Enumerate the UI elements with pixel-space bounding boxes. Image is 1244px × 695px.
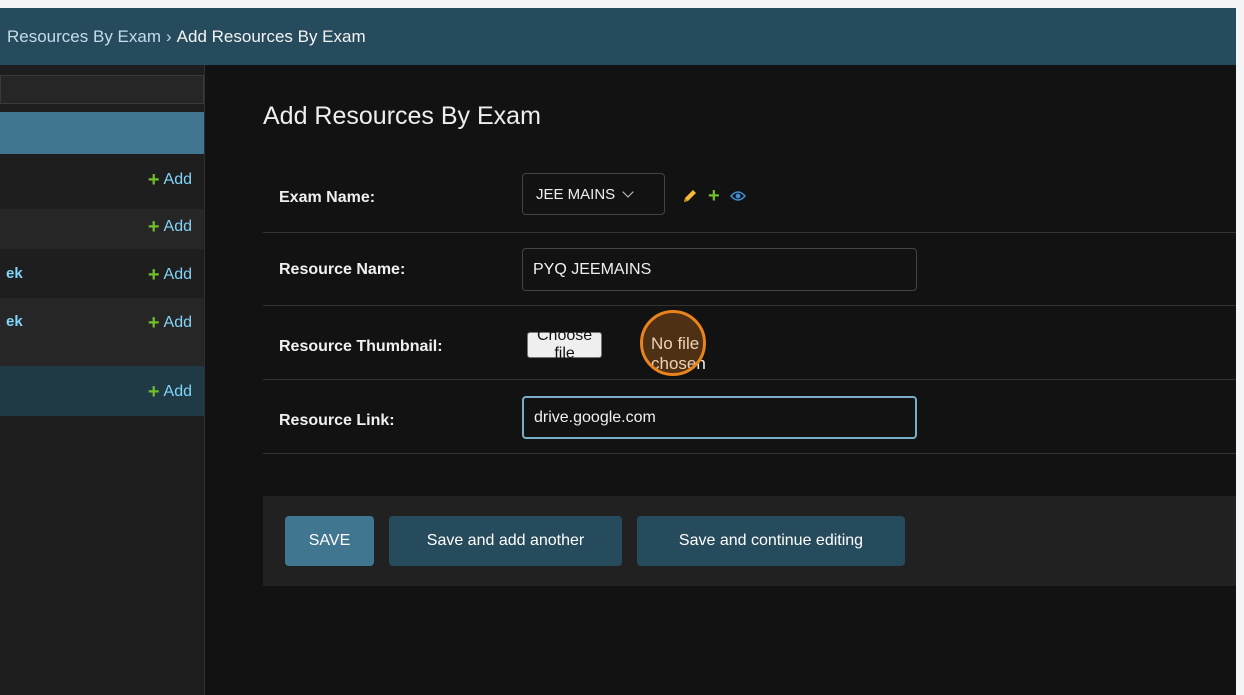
breadcrumb: Resources By Exam › Add Resources By Exa… <box>0 8 1236 65</box>
window-top-edge <box>0 0 1244 8</box>
admin-window: Resources By Exam › Add Resources By Exa… <box>0 0 1244 695</box>
form-row-resource-link: Resource Link: <box>263 380 1243 454</box>
resource-link-input[interactable] <box>522 396 917 439</box>
sidebar-add-label: Add <box>163 266 192 283</box>
exam-name-label: Exam Name: <box>279 189 376 206</box>
plus-icon: + <box>147 264 160 286</box>
plus-icon: + <box>147 381 160 403</box>
save-and-continue-button[interactable]: Save and continue editing <box>637 516 905 566</box>
related-widget-actions: + <box>682 186 746 206</box>
form-row-exam-name: Exam Name: JEE MAINS + <box>263 161 1243 233</box>
plus-icon[interactable]: + <box>708 186 720 206</box>
submit-row: SAVE Save and add another Save and conti… <box>263 496 1243 586</box>
sidebar-add-link[interactable]: + Add <box>148 265 192 285</box>
sidebar-model-row[interactable]: + Add <box>0 209 204 249</box>
resource-link-label: Resource Link: <box>279 412 395 429</box>
plus-icon: + <box>147 216 160 238</box>
exam-name-select[interactable]: JEE MAINS <box>522 173 665 215</box>
sidebar-add-link[interactable]: + Add <box>148 382 192 402</box>
sidebar-add-link[interactable]: + Add <box>148 217 192 237</box>
sidebar-model-link[interactable]: ek <box>0 313 23 330</box>
sidebar-add-link[interactable]: + Add <box>148 170 192 190</box>
pencil-icon[interactable] <box>682 188 698 204</box>
breadcrumb-current: Add Resources By Exam <box>176 26 366 46</box>
main-content: Add Resources By Exam Exam Name: JEE MAI… <box>205 65 1243 695</box>
sidebar-add-link[interactable]: + Add <box>148 313 192 333</box>
sidebar-model-row-selected[interactable]: + Add <box>0 366 204 416</box>
window-right-edge <box>1236 0 1244 695</box>
page-title: Add Resources By Exam <box>263 102 541 130</box>
sidebar-filter-input[interactable] <box>0 75 204 104</box>
sidebar-add-label: Add <box>163 383 192 400</box>
sidebar-model-row[interactable]: ek + Add <box>0 265 204 285</box>
sidebar-add-label: Add <box>163 218 192 235</box>
click-cursor-indicator <box>640 310 706 376</box>
chevron-down-icon <box>622 185 634 198</box>
sidebar-model-row[interactable]: + Add <box>0 170 204 190</box>
save-and-add-another-button[interactable]: Save and add another <box>389 516 622 566</box>
sidebar-add-label: Add <box>163 314 192 331</box>
eye-icon[interactable] <box>729 190 746 202</box>
save-button[interactable]: SAVE <box>285 516 374 566</box>
form-row-resource-name: Resource Name: <box>263 233 1243 306</box>
sidebar-model-link[interactable]: ek <box>0 265 23 282</box>
exam-name-selected-value: JEE MAINS <box>536 185 616 203</box>
resource-thumbnail-label: Resource Thumbnail: <box>279 338 443 355</box>
sidebar-app-header[interactable] <box>0 112 204 154</box>
sidebar-model-row[interactable]: ek + Add <box>0 298 204 366</box>
breadcrumb-separator: › <box>166 26 172 46</box>
breadcrumb-link-resources-by-exam[interactable]: Resources By Exam <box>7 27 161 47</box>
resource-name-input[interactable] <box>522 248 917 291</box>
plus-icon: + <box>147 169 160 191</box>
plus-icon: + <box>147 312 160 334</box>
sidebar-nav: + Add + Add ek + Add ek + Add + Add <box>0 65 205 695</box>
sidebar-add-label: Add <box>163 171 192 188</box>
choose-file-button[interactable]: Choose file <box>527 327 603 362</box>
resource-name-label: Resource Name: <box>279 261 406 278</box>
form-row-resource-thumbnail: Resource Thumbnail: Choose file No file … <box>263 306 1243 380</box>
